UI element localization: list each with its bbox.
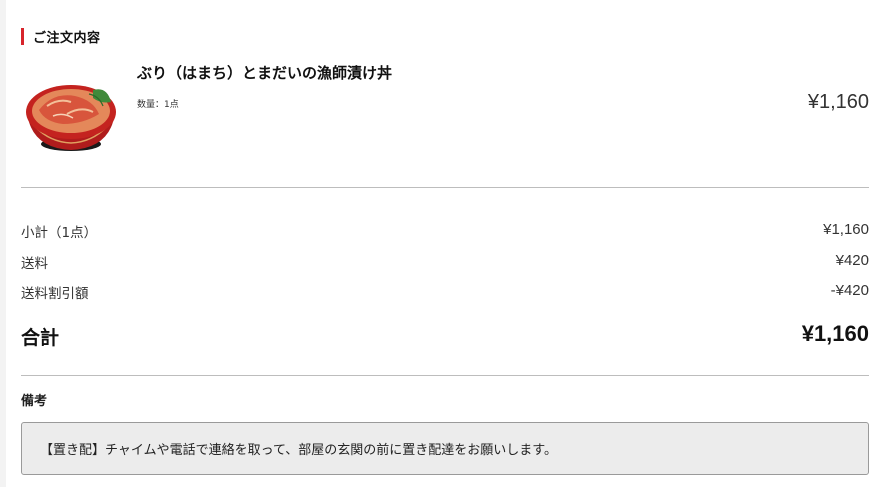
item-name: ぶり（はまち）とまだいの漁師漬け丼 — [137, 64, 393, 82]
order-section-header: ご注文内容 — [21, 27, 101, 46]
divider — [21, 187, 869, 188]
total-label: 合計 — [21, 327, 60, 349]
shipping-value: ¥420 — [835, 252, 869, 269]
subtotal-label: 小計（1点） — [21, 225, 98, 241]
shipping-row: 送料 ¥420 — [21, 252, 869, 272]
order-section-title: ご注文内容 — [33, 30, 101, 46]
shipping-discount-value: -¥420 — [830, 282, 869, 299]
left-edge-strip — [0, 0, 6, 487]
item-price: ¥1,160 — [807, 91, 869, 113]
order-summary-page: ご注文内容 ぶり（はまち）とまだいの漁師漬け丼 数量：1点 ¥1,160 小計（… — [0, 0, 872, 487]
notes-box: 【置き配】チャイムや電話で連絡を取って、部屋の玄関の前に置き配達をお願いします。 — [21, 422, 869, 475]
divider — [21, 375, 869, 376]
notes-title: 備考 — [21, 394, 48, 409]
notes-text: 【置き配】チャイムや電話で連絡を取って、部屋の玄関の前に置き配達をお願いします。 — [40, 443, 558, 458]
order-item: ぶり（はまち）とまだいの漁師漬け丼 数量：1点 ¥1,160 — [21, 60, 869, 160]
shipping-label: 送料 — [21, 256, 48, 272]
donburi-bowl-icon — [26, 85, 116, 151]
shipping-discount-label: 送料割引額 — [21, 286, 89, 302]
subtotal-value: ¥1,160 — [823, 221, 869, 238]
item-quantity: 数量：1点 — [137, 100, 179, 110]
subtotal-row: 小計（1点） ¥1,160 — [21, 221, 869, 241]
total-row: 合計 ¥1,160 — [21, 321, 869, 351]
total-value: ¥1,160 — [801, 321, 869, 346]
shipping-discount-row: 送料割引額 -¥420 — [21, 282, 869, 302]
section-accent-bar — [21, 27, 24, 45]
